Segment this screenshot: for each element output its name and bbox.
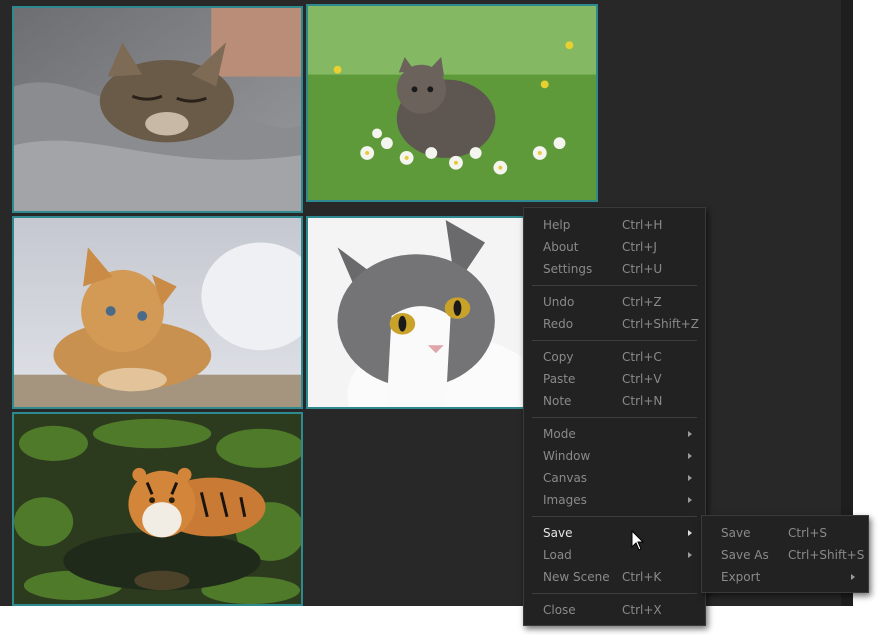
menu-item-about[interactable]: About Ctrl+J xyxy=(524,236,705,258)
menu-item-shortcut: Ctrl+S xyxy=(788,526,828,540)
image-thumbnail-grey-white-cat[interactable] xyxy=(306,216,546,409)
menu-item-label: Save xyxy=(543,526,573,540)
submenu-arrow-icon xyxy=(688,552,692,558)
submenu-arrow-icon xyxy=(851,574,855,580)
image-thumbnail-tiger[interactable] xyxy=(12,412,303,606)
menu-item-label: About xyxy=(543,240,579,254)
menu-item-save[interactable]: Save xyxy=(524,522,705,544)
menu-item-label: Settings xyxy=(543,262,593,276)
menu-separator xyxy=(532,593,697,594)
menu-item-shortcut: Ctrl+N xyxy=(622,394,663,408)
menu-item-label: Images xyxy=(543,493,587,507)
arrow-cursor-icon xyxy=(631,530,645,551)
orange-kitten-image xyxy=(14,218,301,407)
menu-item-shortcut: Ctrl+Shift+Z xyxy=(622,317,699,331)
menu-item-images[interactable]: Images xyxy=(524,489,705,511)
menu-item-canvas[interactable]: Canvas xyxy=(524,467,705,489)
menu-separator xyxy=(532,285,697,286)
menu-item-shortcut: Ctrl+C xyxy=(622,350,662,364)
image-thumbnail-sleeping-kitten[interactable] xyxy=(12,6,303,213)
menu-separator xyxy=(532,417,697,418)
context-menu: Help Ctrl+H About Ctrl+J Settings Ctrl+U… xyxy=(523,207,706,626)
menu-item-shortcut: Ctrl+J xyxy=(622,240,657,254)
menu-item-label: Load xyxy=(543,548,572,562)
submenu-arrow-icon xyxy=(688,497,692,503)
sleeping-kitten-image xyxy=(14,8,301,211)
menu-separator xyxy=(532,340,697,341)
submenu-arrow-icon xyxy=(688,431,692,437)
menu-item-label: New Scene xyxy=(543,570,610,584)
menu-item-undo[interactable]: Undo Ctrl+Z xyxy=(524,291,705,313)
menu-item-label: Note xyxy=(543,394,572,408)
submenu-arrow-icon xyxy=(688,453,692,459)
grass-kitten-image xyxy=(308,6,596,200)
menu-item-label: Undo xyxy=(543,295,575,309)
menu-item-label: Save As xyxy=(721,548,769,562)
menu-item-label: Close xyxy=(543,603,576,617)
submenu-arrow-icon xyxy=(688,530,692,536)
tiger-image xyxy=(14,414,301,604)
menu-item-shortcut: Ctrl+Shift+S xyxy=(788,548,865,562)
submenu-item-save-as[interactable]: Save As Ctrl+Shift+S xyxy=(702,544,868,566)
menu-item-label: Copy xyxy=(543,350,574,364)
menu-item-label: Help xyxy=(543,218,571,232)
menu-item-settings[interactable]: Settings Ctrl+U xyxy=(524,258,705,280)
menu-item-label: Export xyxy=(721,570,761,584)
menu-item-label: Window xyxy=(543,449,591,463)
menu-item-shortcut: Ctrl+H xyxy=(622,218,663,232)
image-thumbnail-grass-kitten[interactable] xyxy=(306,4,598,202)
menu-item-label: Redo xyxy=(543,317,574,331)
menu-item-window[interactable]: Window xyxy=(524,445,705,467)
menu-item-mode[interactable]: Mode xyxy=(524,423,705,445)
menu-item-new-scene[interactable]: New Scene Ctrl+K xyxy=(524,566,705,588)
menu-item-label: Paste xyxy=(543,372,576,386)
menu-item-shortcut: Ctrl+V xyxy=(622,372,662,386)
menu-item-help[interactable]: Help Ctrl+H xyxy=(524,214,705,236)
menu-separator xyxy=(532,516,697,517)
menu-item-redo[interactable]: Redo Ctrl+Shift+Z xyxy=(524,313,705,335)
menu-item-shortcut: Ctrl+K xyxy=(622,570,662,584)
menu-item-copy[interactable]: Copy Ctrl+C xyxy=(524,346,705,368)
save-submenu: Save Ctrl+S Save As Ctrl+Shift+S Export xyxy=(701,515,869,593)
menu-item-label: Mode xyxy=(543,427,576,441)
menu-item-label: Save xyxy=(721,526,751,540)
menu-item-shortcut: Ctrl+U xyxy=(622,262,663,276)
submenu-arrow-icon xyxy=(688,475,692,481)
menu-item-shortcut: Ctrl+Z xyxy=(622,295,662,309)
menu-item-load[interactable]: Load xyxy=(524,544,705,566)
menu-item-close[interactable]: Close Ctrl+X xyxy=(524,599,705,621)
menu-item-shortcut: Ctrl+X xyxy=(622,603,662,617)
submenu-item-save[interactable]: Save Ctrl+S xyxy=(702,522,868,544)
image-thumbnail-orange-kitten[interactable] xyxy=(12,216,303,409)
submenu-item-export[interactable]: Export xyxy=(702,566,868,588)
menu-item-label: Canvas xyxy=(543,471,588,485)
grey-white-cat-image xyxy=(308,218,544,407)
menu-item-note[interactable]: Note Ctrl+N xyxy=(524,390,705,412)
menu-item-paste[interactable]: Paste Ctrl+V xyxy=(524,368,705,390)
